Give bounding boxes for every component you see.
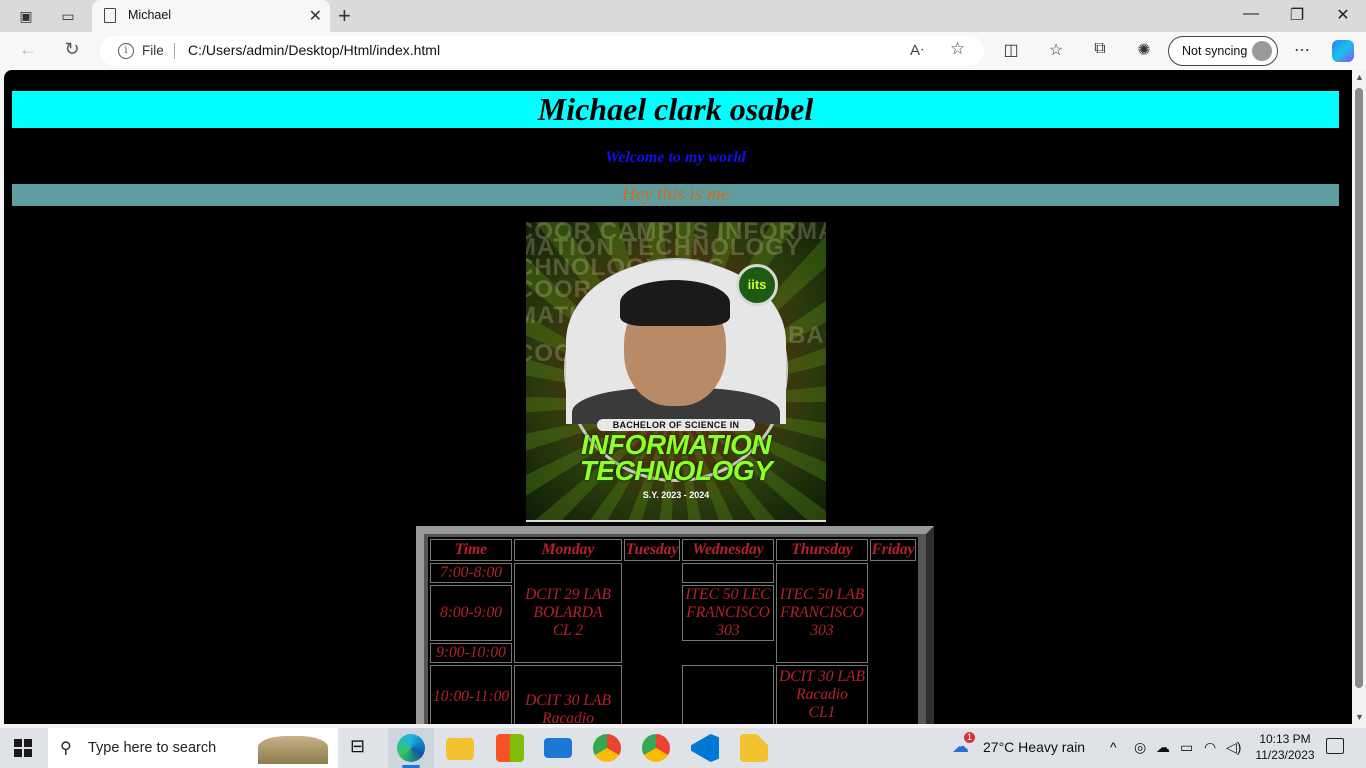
scroll-up-icon[interactable]: ▲ (1355, 72, 1364, 82)
volume-icon[interactable]: ◁) (1226, 739, 1241, 756)
search-highlight-art (258, 736, 328, 764)
battery-icon[interactable]: ▭ (1180, 739, 1193, 756)
avatar (1252, 41, 1272, 61)
tab-michael[interactable]: Michael ✕ (92, 0, 330, 32)
tab-strip: ▣ ▭ Michael ✕ + — ❐ ✕ (0, 0, 1366, 32)
copilot-icon[interactable] (1332, 40, 1354, 62)
split-screen-icon[interactable]: ◫ (999, 40, 1023, 60)
taskbar: ⚲ Type here to search ⊟ ☁ 1 27°C Heavy r… (0, 728, 1366, 768)
tab-actions-icon[interactable]: ▭ (58, 6, 78, 26)
minimize-icon[interactable]: — (1228, 5, 1274, 23)
poster-bg-text: BAC (788, 322, 826, 349)
file-explorer-icon[interactable] (446, 738, 474, 760)
vscode-icon[interactable] (691, 734, 719, 762)
time-cell: 8:00-9:00 (430, 585, 512, 641)
files-app-icon[interactable] (740, 734, 768, 762)
schedule-table-frame: Time Monday Tuesday Wednesday Thursday F… (416, 526, 934, 724)
extensions-icon[interactable]: ✺ (1132, 40, 1156, 60)
collections-icon[interactable]: ⧉ (1088, 40, 1112, 58)
chrome-icon[interactable] (593, 734, 621, 762)
wednesday-empty-cell (682, 643, 774, 663)
task-view-icon[interactable]: ⊟ (350, 736, 365, 757)
store-icon[interactable] (496, 734, 524, 762)
page-viewport: Michael clark osabel Welcome to my world… (4, 70, 1366, 724)
monday-class-cell: DCIT 29 LAB BOLARDA CL 2 (514, 563, 622, 663)
time-cell: 9:00-10:00 (430, 643, 512, 663)
page-title: Michael clark osabel (537, 91, 814, 127)
onedrive-icon[interactable]: ☁ (1156, 739, 1170, 756)
scheme-label: File (142, 43, 164, 58)
clock[interactable]: 10:13 PM 11/23/2023 (1254, 731, 1316, 763)
time-cell: 10:00-11:00 (430, 665, 512, 724)
meet-icon[interactable]: ◎ (1134, 739, 1146, 756)
thursday-class-cell: ITEC 50 LAB FRANCISCO 303 (776, 563, 868, 663)
table-row: 7:00-8:00 DCIT 29 LAB BOLARDA CL 2 ITEC 50… (430, 563, 916, 724)
clock-date: 11/23/2023 (1255, 748, 1315, 762)
friday-empty-cell (870, 563, 916, 724)
clock-time: 10:13 PM (1259, 732, 1311, 746)
edge-taskbar-icon[interactable] (397, 734, 425, 762)
start-button[interactable] (14, 739, 32, 757)
restore-icon[interactable]: ❐ (1274, 5, 1320, 25)
page-icon (104, 8, 116, 23)
tuesday-empty-cell (624, 563, 680, 724)
col-header-time: Time (430, 539, 512, 561)
schedule-table: Time Monday Tuesday Wednesday Thursday F… (428, 537, 918, 724)
welcome-text: Welcome to my world (605, 149, 746, 166)
wifi-icon[interactable]: ◠ (1204, 739, 1216, 756)
address-toolbar: ← ↻ i File C:/Users/admin/Desktop/Html/i… (0, 32, 1366, 70)
workspaces-icon[interactable]: ▣ (16, 6, 36, 26)
weather-text[interactable]: 27°C Heavy rain (983, 739, 1085, 755)
col-header-friday: Friday (870, 539, 916, 561)
org-badge: iits (736, 264, 778, 306)
notification-icon[interactable] (1326, 738, 1344, 754)
profile-image: COOR CAMPUS INFORMATI MATION TECHNOLOGY … (526, 222, 826, 522)
refresh-icon[interactable]: ↻ (60, 39, 84, 60)
more-menu-icon[interactable]: ⋯ (1290, 40, 1314, 60)
profile-sync-button[interactable]: Not syncing (1168, 36, 1278, 66)
subheading-text: Hey this is me (621, 184, 730, 205)
heading-bar: Michael clark osabel (12, 91, 1339, 128)
scroll-down-icon[interactable]: ▼ (1355, 712, 1364, 722)
thursday-class-cell: DCIT 30 LAB Racadio CL1 (776, 665, 868, 724)
favorite-star-icon[interactable]: ☆ (950, 39, 965, 59)
page-scrollbar[interactable]: ▲ ▼ (1352, 70, 1366, 724)
address-bar[interactable]: i File C:/Users/admin/Desktop/Html/index… (100, 36, 984, 66)
read-aloud-icon[interactable]: Aᐧ (910, 41, 924, 59)
school-year: S.Y. 2023 - 2024 (642, 490, 710, 500)
monday-class-cell: DCIT 30 LAB Racadio (514, 665, 622, 724)
mail-icon[interactable] (544, 738, 572, 758)
scroll-thumb[interactable] (1355, 88, 1363, 688)
info-icon[interactable]: i (118, 43, 134, 59)
tab-title: Michael (128, 8, 172, 22)
wednesday-empty-cell (682, 665, 774, 724)
col-header-thursday: Thursday (776, 539, 868, 561)
col-header-wednesday: Wednesday (682, 539, 774, 561)
chrome-profile-icon[interactable] (642, 734, 670, 762)
subheading-bar: Hey this is me (12, 184, 1339, 206)
col-header-tuesday: Tuesday (624, 539, 680, 561)
search-placeholder: Type here to search (88, 740, 217, 756)
divider (174, 43, 175, 59)
search-icon: ⚲ (60, 740, 72, 757)
sync-label: Not syncing (1182, 44, 1248, 58)
table-header-row: Time Monday Tuesday Wednesday Thursday F… (430, 539, 916, 561)
program-title: INFORMATION TECHNOLOGY (579, 429, 773, 486)
wednesday-empty-cell (682, 563, 774, 583)
chevron-up-icon[interactable]: ^ (1110, 739, 1117, 755)
url-text[interactable]: C:/Users/admin/Desktop/Html/index.html (188, 42, 440, 58)
wednesday-class-cell: ITEC 50 LEC FRANCISCO 303 (682, 585, 774, 641)
time-cell: 7:00-8:00 (430, 563, 512, 583)
portrait-hair (620, 280, 730, 326)
favorites-icon[interactable]: ☆ (1044, 40, 1068, 60)
back-icon[interactable]: ← (16, 39, 40, 60)
col-header-monday: Monday (514, 539, 622, 561)
window-close-icon[interactable]: ✕ (1320, 5, 1366, 25)
weather-badge: 1 (964, 732, 975, 743)
taskbar-search-box[interactable]: ⚲ Type here to search (48, 728, 338, 768)
close-tab-icon[interactable]: ✕ (309, 6, 322, 26)
new-tab-icon[interactable]: + (338, 3, 351, 29)
